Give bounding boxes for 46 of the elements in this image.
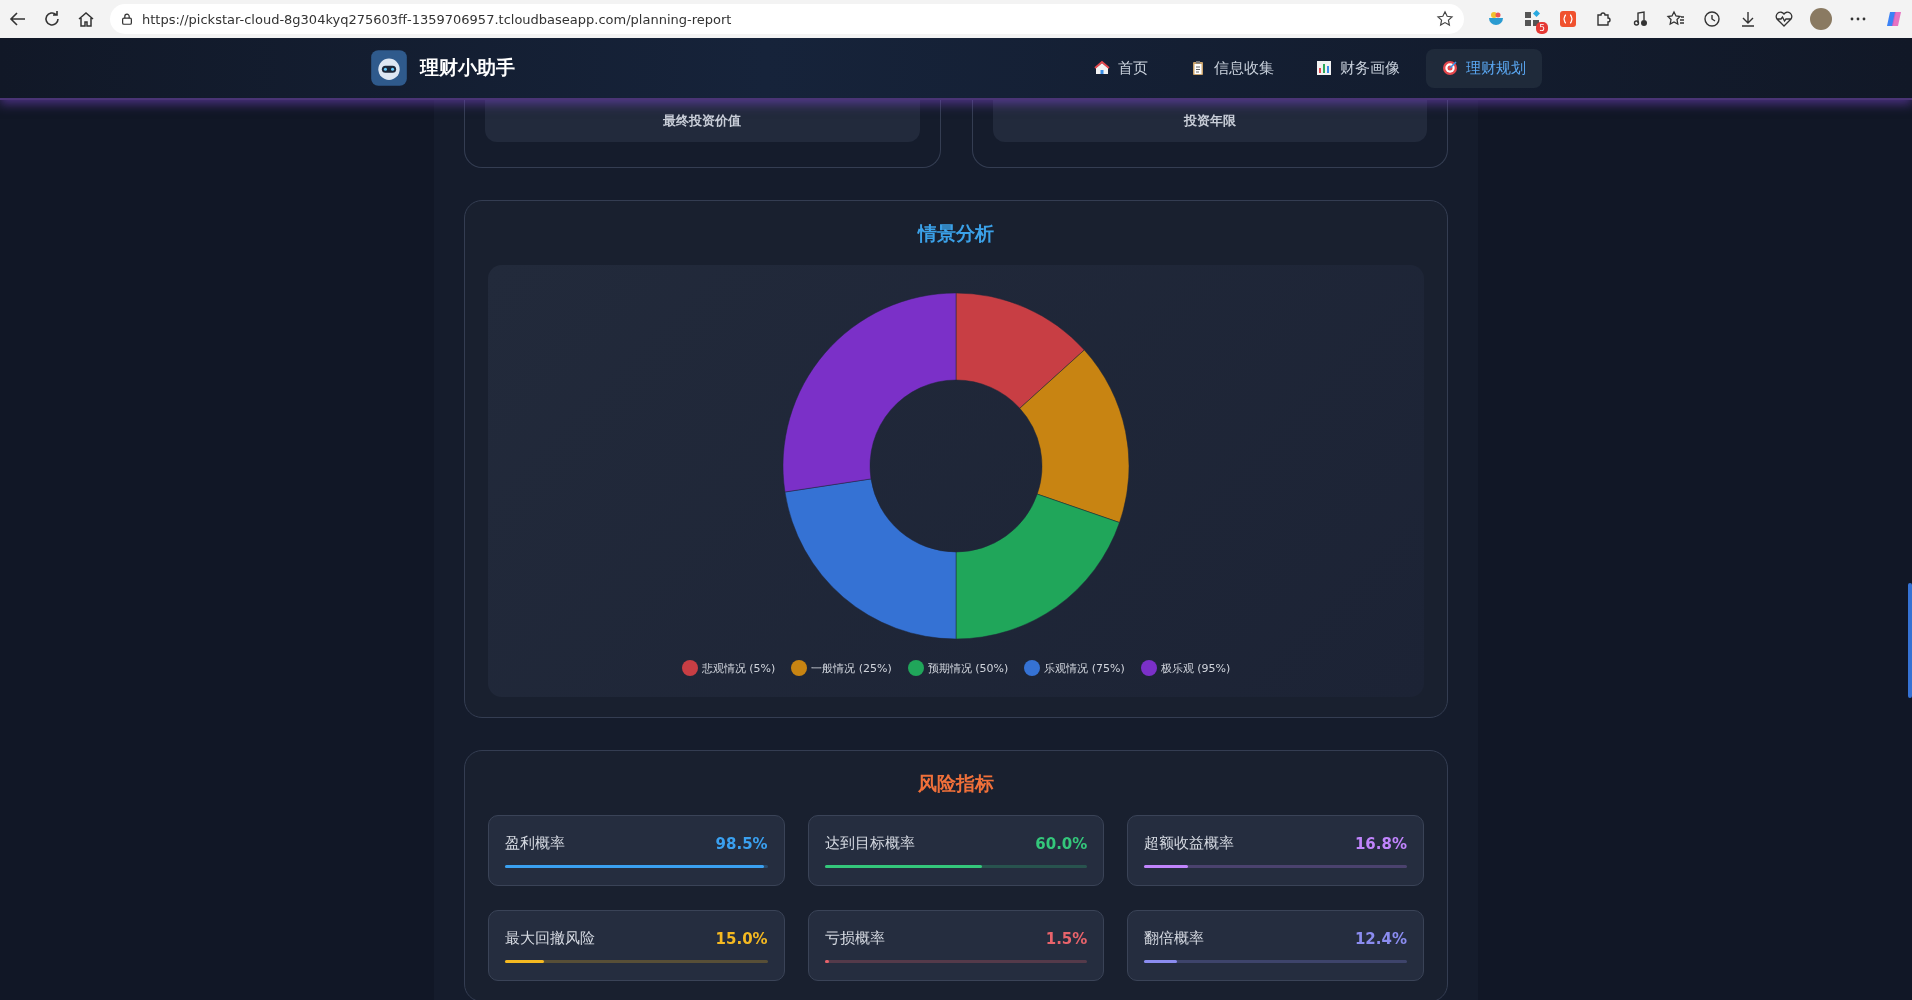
- metric-value: 15.0%: [715, 929, 768, 948]
- bar-chart-icon: [1316, 60, 1332, 76]
- apps-icon[interactable]: [1522, 9, 1542, 29]
- section-title: 风险指标: [918, 771, 994, 796]
- history-icon[interactable]: [1702, 9, 1722, 29]
- metric-value: 60.0%: [1035, 834, 1088, 853]
- home-icon[interactable]: [76, 9, 96, 29]
- metric-value: 98.5%: [715, 834, 768, 853]
- target-icon: [1442, 60, 1458, 76]
- braces-icon[interactable]: [1558, 9, 1578, 29]
- url-text: https://pickstar-cloud-8g304kyq275603ff-1359706957.tcloudbaseapp.com/planning-report: [142, 11, 733, 27]
- legend-label: 极乐观 (95%): [1160, 660, 1231, 676]
- metric-value: 16.8%: [1354, 834, 1407, 853]
- nav-tab[interactable]: 理财规划: [1426, 48, 1542, 88]
- stat-label: 投资年限: [1183, 112, 1236, 130]
- copilot-icon[interactable]: [1884, 9, 1904, 29]
- metric-label: 超额收益概率: [1144, 834, 1235, 853]
- metric-label: 最大回撤风险: [505, 929, 595, 948]
- house-icon: [1094, 60, 1110, 76]
- robot-logo-icon: [370, 49, 408, 87]
- metric-label: 盈利概率: [505, 834, 565, 853]
- address-bar[interactable]: https://pickstar-cloud-8g304kyq275603ff-1359706957.tcloudbaseapp.com/planning-report: [110, 4, 1464, 34]
- legend-label: 悲观情况 (5%): [701, 660, 776, 676]
- app-title: 理财小助手: [420, 55, 515, 80]
- legend-label: 预期情况 (50%): [927, 660, 1009, 676]
- nav-tab[interactable]: 信息收集: [1174, 48, 1290, 88]
- lock-icon: [120, 12, 134, 26]
- metric-value: 12.4%: [1354, 929, 1407, 948]
- metric-label: 达到目标概率: [824, 834, 915, 853]
- metric-label: 翻倍概率: [1144, 929, 1205, 948]
- metric-value: 1.5%: [1045, 929, 1088, 948]
- legend-label: 一般情况 (25%): [811, 660, 892, 676]
- section-title: 情景分析: [918, 221, 994, 246]
- nav-tab[interactable]: 首页: [1078, 48, 1164, 88]
- notification-badge: 5: [1536, 22, 1548, 34]
- metric-label: 亏损概率: [824, 929, 885, 948]
- reload-icon[interactable]: [42, 9, 62, 29]
- favorite-star-icon[interactable]: [1436, 10, 1454, 28]
- clipboard-icon: [1190, 60, 1206, 76]
- puzzle-icon[interactable]: [1594, 9, 1614, 29]
- stat-label: 最终投资价值: [663, 112, 742, 130]
- heartbeat-icon[interactable]: [1774, 9, 1794, 29]
- nav-tab[interactable]: 财务画像: [1300, 48, 1416, 88]
- profile-avatar[interactable]: [1810, 8, 1832, 30]
- legend-label: 乐观情况 (75%): [1044, 660, 1125, 676]
- scrollbar-thumb[interactable]: [1908, 583, 1912, 698]
